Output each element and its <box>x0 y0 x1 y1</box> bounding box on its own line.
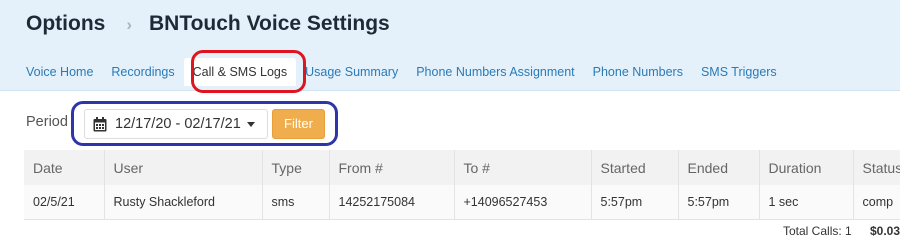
caret-down-icon <box>246 121 255 127</box>
tab-bar: Voice Home Recordings Call & SMS Logs Us… <box>17 58 786 86</box>
column-header-user[interactable]: User <box>104 150 263 185</box>
table-header-row: Date User Type From # To # Started Ended… <box>24 150 900 185</box>
total-calls: Total Calls: 1 <box>783 224 852 238</box>
cell-ended: 5:57pm <box>678 185 760 220</box>
page-title: BNTouch Voice Settings <box>149 12 390 35</box>
column-header-to[interactable]: To # <box>454 150 592 185</box>
cell-from: 14252175084 <box>329 185 455 220</box>
tab-usage-summary[interactable]: Usage Summary <box>296 65 407 79</box>
tab-sms-triggers[interactable]: SMS Triggers <box>692 65 786 79</box>
date-range-value: 12/17/20 - 02/17/21 <box>115 116 241 132</box>
column-header-type[interactable]: Type <box>262 150 330 185</box>
column-header-started[interactable]: Started <box>591 150 679 185</box>
breadcrumb: Options › BNTouch Voice Settings <box>26 10 390 38</box>
column-header-ended[interactable]: Ended <box>678 150 760 185</box>
breadcrumb-options[interactable]: Options <box>26 12 105 36</box>
tab-phone-numbers-assignment[interactable]: Phone Numbers Assignment <box>407 65 583 79</box>
column-header-date[interactable]: Date <box>24 150 105 185</box>
total-cost: $0.03 <box>870 224 900 238</box>
cell-date: 02/5/21 <box>24 185 105 220</box>
table-row[interactable]: 02/5/21 Rusty Shackleford sms 1425217508… <box>24 185 900 220</box>
call-log-table: Date User Type From # To # Started Ended… <box>24 150 900 220</box>
tab-voice-home[interactable]: Voice Home <box>17 65 102 79</box>
chevron-right-icon: › <box>126 15 132 34</box>
column-header-status[interactable]: Status <box>853 150 900 185</box>
calendar-icon <box>93 116 107 131</box>
column-header-from[interactable]: From # <box>329 150 455 185</box>
tab-call-sms-logs[interactable]: Call & SMS Logs <box>183 58 297 86</box>
cell-started: 5:57pm <box>591 185 679 220</box>
tab-recordings[interactable]: Recordings <box>102 65 183 79</box>
cell-user: Rusty Shackleford <box>104 185 263 220</box>
cell-status: comp <box>853 185 900 220</box>
filter-button[interactable]: Filter <box>272 109 325 139</box>
cell-to: +14096527453 <box>454 185 592 220</box>
column-header-duration[interactable]: Duration <box>759 150 854 185</box>
tab-phone-numbers[interactable]: Phone Numbers <box>584 65 692 79</box>
page-header: Options › BNTouch Voice Settings Voice H… <box>0 0 900 91</box>
period-label: Period <box>26 114 68 130</box>
cell-duration: 1 sec <box>759 185 854 220</box>
date-range-picker[interactable]: 12/17/20 - 02/17/21 <box>84 109 268 139</box>
cell-type: sms <box>262 185 330 220</box>
